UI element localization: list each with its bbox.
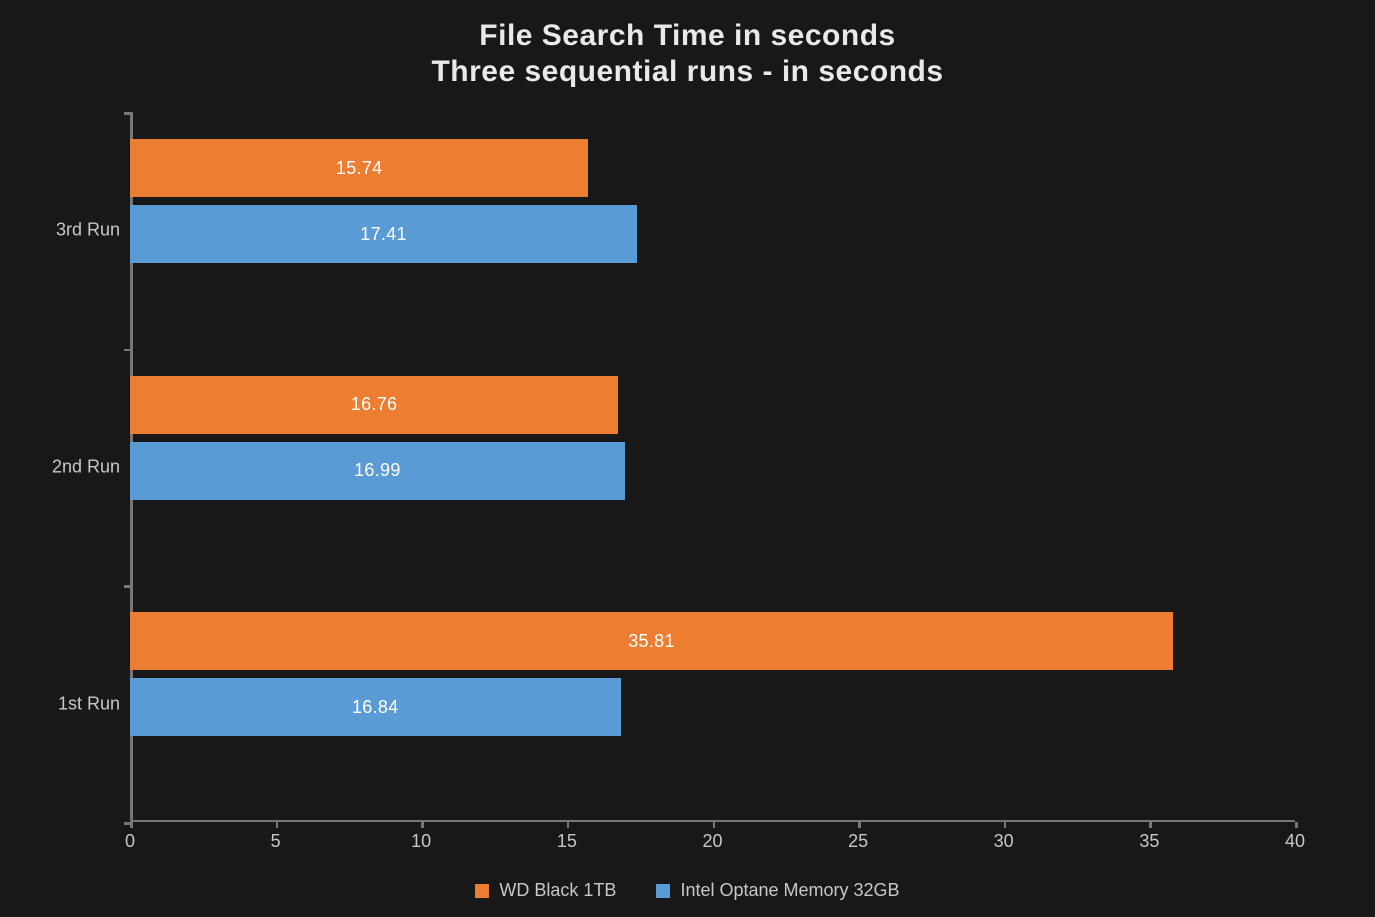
chart-container: File Search Time in seconds Three sequen… bbox=[0, 0, 1375, 917]
y-category-label-2nd: 2nd Run bbox=[50, 457, 120, 478]
y-tick bbox=[124, 349, 130, 352]
chart-title-line1: File Search Time in seconds bbox=[0, 18, 1375, 54]
x-tick bbox=[713, 822, 716, 828]
y-category-label-3rd: 3rd Run bbox=[50, 220, 120, 241]
plot-area: 0 5 10 15 20 25 30 35 40 3rd Run 2nd Run… bbox=[130, 112, 1295, 822]
legend-swatch-intel-icon bbox=[656, 884, 670, 898]
legend-item-intel: Intel Optane Memory 32GB bbox=[656, 880, 899, 901]
x-tick-label: 0 bbox=[125, 831, 135, 852]
legend-label-wd: WD Black 1TB bbox=[499, 880, 616, 901]
x-tick-label: 35 bbox=[1139, 831, 1159, 852]
bar-label: 16.99 bbox=[354, 460, 401, 481]
bar-intel-2nd-run: 16.99 bbox=[130, 442, 625, 500]
bar-label: 16.76 bbox=[351, 394, 398, 415]
y-tick bbox=[124, 112, 130, 115]
x-tick bbox=[1004, 822, 1007, 828]
bar-wd-3rd-run: 15.74 bbox=[130, 139, 588, 197]
bar-label: 15.74 bbox=[336, 158, 383, 179]
x-tick-label: 30 bbox=[994, 831, 1014, 852]
x-tick-label: 15 bbox=[557, 831, 577, 852]
bar-label: 16.84 bbox=[352, 697, 399, 718]
legend-label-intel: Intel Optane Memory 32GB bbox=[680, 880, 899, 901]
x-tick bbox=[567, 822, 570, 828]
x-tick bbox=[1149, 822, 1152, 828]
legend-swatch-wd-icon bbox=[475, 884, 489, 898]
x-tick-label: 40 bbox=[1285, 831, 1305, 852]
x-tick bbox=[1295, 822, 1298, 828]
legend-item-wd: WD Black 1TB bbox=[475, 880, 616, 901]
y-tick bbox=[124, 822, 130, 825]
y-category-label-1st: 1st Run bbox=[50, 693, 120, 714]
x-tick-label: 25 bbox=[848, 831, 868, 852]
x-tick-label: 10 bbox=[411, 831, 431, 852]
bar-intel-1st-run: 16.84 bbox=[130, 678, 621, 736]
bar-wd-2nd-run: 16.76 bbox=[130, 376, 618, 434]
x-tick bbox=[130, 822, 133, 828]
legend: WD Black 1TB Intel Optane Memory 32GB bbox=[0, 880, 1375, 901]
x-tick bbox=[276, 822, 279, 828]
bar-wd-1st-run: 35.81 bbox=[130, 612, 1173, 670]
chart-title-block: File Search Time in seconds Three sequen… bbox=[0, 18, 1375, 90]
x-tick-label: 20 bbox=[702, 831, 722, 852]
y-tick bbox=[124, 585, 130, 588]
chart-title-line2: Three sequential runs - in seconds bbox=[0, 54, 1375, 90]
x-tick bbox=[421, 822, 424, 828]
x-tick-label: 5 bbox=[271, 831, 281, 852]
x-tick bbox=[858, 822, 861, 828]
bar-label: 35.81 bbox=[628, 631, 675, 652]
bar-intel-3rd-run: 17.41 bbox=[130, 205, 637, 263]
bar-label: 17.41 bbox=[360, 224, 407, 245]
